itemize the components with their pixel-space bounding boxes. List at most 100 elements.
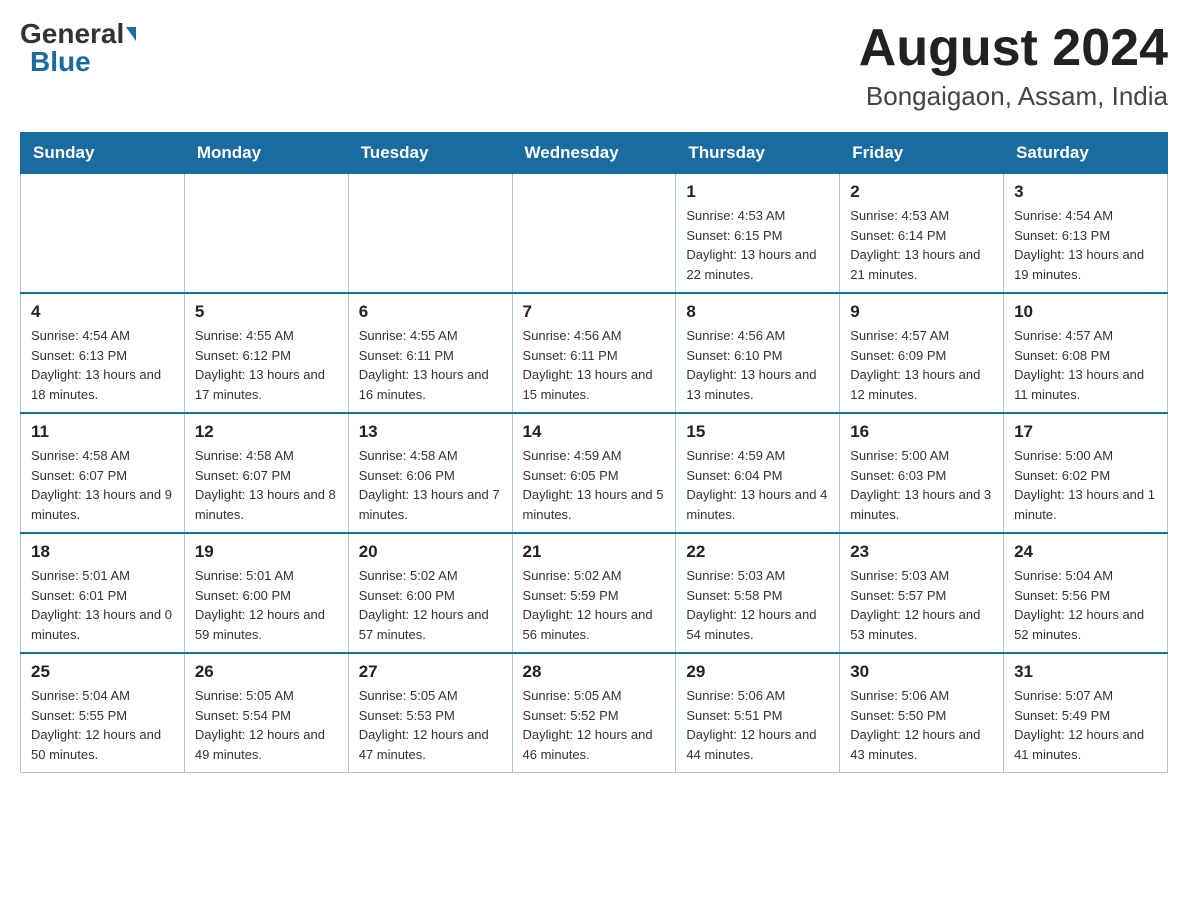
title-block: August 2024 Bongaigaon, Assam, India	[859, 20, 1168, 112]
day-info: Sunrise: 4:59 AM Sunset: 6:05 PM Dayligh…	[523, 446, 666, 524]
calendar-header-tuesday: Tuesday	[348, 133, 512, 174]
calendar-day-cell	[184, 174, 348, 294]
day-number: 5	[195, 302, 338, 322]
day-number: 24	[1014, 542, 1157, 562]
calendar-day-cell: 5 Sunrise: 4:55 AM Sunset: 6:12 PM Daylig…	[184, 293, 348, 413]
calendar-day-cell	[21, 174, 185, 294]
day-info: Sunrise: 5:02 AM Sunset: 5:59 PM Dayligh…	[523, 566, 666, 644]
calendar-header-row: SundayMondayTuesdayWednesdayThursdayFrid…	[21, 133, 1168, 174]
day-number: 31	[1014, 662, 1157, 682]
calendar-week-row: 11 Sunrise: 4:58 AM Sunset: 6:07 PM Dayli…	[21, 413, 1168, 533]
day-info: Sunrise: 5:04 AM Sunset: 5:56 PM Dayligh…	[1014, 566, 1157, 644]
calendar-day-cell: 31 Sunrise: 5:07 AM Sunset: 5:49 PM Dayli…	[1004, 653, 1168, 773]
calendar-week-row: 18Sunrise: 5:01 AM Sunset: 6:01 PM Dayli…	[21, 533, 1168, 653]
calendar-header-saturday: Saturday	[1004, 133, 1168, 174]
day-info: Sunrise: 5:00 AM Sunset: 6:02 PM Dayligh…	[1014, 446, 1157, 524]
day-info: Sunrise: 5:07 AM Sunset: 5:49 PM Dayligh…	[1014, 686, 1157, 764]
calendar-header-sunday: Sunday	[21, 133, 185, 174]
calendar-day-cell: 27 Sunrise: 5:05 AM Sunset: 5:53 PM Dayli…	[348, 653, 512, 773]
day-number: 21	[523, 542, 666, 562]
calendar-day-cell: 14 Sunrise: 4:59 AM Sunset: 6:05 PM Dayli…	[512, 413, 676, 533]
day-info: Sunrise: 5:05 AM Sunset: 5:52 PM Dayligh…	[523, 686, 666, 764]
day-number: 26	[195, 662, 338, 682]
day-number: 13	[359, 422, 502, 442]
day-info: Sunrise: 4:59 AM Sunset: 6:04 PM Dayligh…	[686, 446, 829, 524]
calendar-day-cell: 3 Sunrise: 4:54 AM Sunset: 6:13 PM Daylig…	[1004, 174, 1168, 294]
calendar-day-cell: 1 Sunrise: 4:53 AM Sunset: 6:15 PM Daylig…	[676, 174, 840, 294]
day-number: 9	[850, 302, 993, 322]
calendar-subtitle: Bongaigaon, Assam, India	[859, 81, 1168, 112]
logo-general-text: General	[20, 20, 136, 48]
day-number: 27	[359, 662, 502, 682]
day-info: Sunrise: 4:56 AM Sunset: 6:11 PM Dayligh…	[523, 326, 666, 404]
calendar-day-cell: 24 Sunrise: 5:04 AM Sunset: 5:56 PM Dayli…	[1004, 533, 1168, 653]
day-number: 8	[686, 302, 829, 322]
day-number: 17	[1014, 422, 1157, 442]
calendar-day-cell	[348, 174, 512, 294]
day-number: 15	[686, 422, 829, 442]
day-number: 10	[1014, 302, 1157, 322]
day-number: 19	[195, 542, 338, 562]
day-info: Sunrise: 5:01 AM Sunset: 6:00 PM Dayligh…	[195, 566, 338, 644]
day-number: 3	[1014, 182, 1157, 202]
day-info: Sunrise: 4:55 AM Sunset: 6:11 PM Dayligh…	[359, 326, 502, 404]
day-number: 18	[31, 542, 174, 562]
day-info: Sunrise: 4:58 AM Sunset: 6:06 PM Dayligh…	[359, 446, 502, 524]
day-info: Sunrise: 5:03 AM Sunset: 5:58 PM Dayligh…	[686, 566, 829, 644]
day-number: 20	[359, 542, 502, 562]
calendar-title: August 2024	[859, 20, 1168, 77]
day-info: Sunrise: 4:57 AM Sunset: 6:09 PM Dayligh…	[850, 326, 993, 404]
day-number: 23	[850, 542, 993, 562]
calendar-table: SundayMondayTuesdayWednesdayThursdayFrid…	[20, 132, 1168, 773]
day-number: 25	[31, 662, 174, 682]
day-info: Sunrise: 4:56 AM Sunset: 6:10 PM Dayligh…	[686, 326, 829, 404]
day-number: 30	[850, 662, 993, 682]
calendar-header-monday: Monday	[184, 133, 348, 174]
day-info: Sunrise: 5:04 AM Sunset: 5:55 PM Dayligh…	[31, 686, 174, 764]
day-number: 22	[686, 542, 829, 562]
calendar-day-cell: 25 Sunrise: 5:04 AM Sunset: 5:55 PM Dayli…	[21, 653, 185, 773]
day-info: Sunrise: 4:54 AM Sunset: 6:13 PM Dayligh…	[1014, 206, 1157, 284]
calendar-header-friday: Friday	[840, 133, 1004, 174]
day-info: Sunrise: 4:53 AM Sunset: 6:15 PM Dayligh…	[686, 206, 829, 284]
calendar-day-cell: 6Sunrise: 4:55 AM Sunset: 6:11 PM Daylig…	[348, 293, 512, 413]
calendar-day-cell: 26 Sunrise: 5:05 AM Sunset: 5:54 PM Dayli…	[184, 653, 348, 773]
day-info: Sunrise: 5:03 AM Sunset: 5:57 PM Dayligh…	[850, 566, 993, 644]
calendar-day-cell: 9 Sunrise: 4:57 AM Sunset: 6:09 PM Daylig…	[840, 293, 1004, 413]
calendar-day-cell: 22 Sunrise: 5:03 AM Sunset: 5:58 PM Dayli…	[676, 533, 840, 653]
calendar-day-cell: 21 Sunrise: 5:02 AM Sunset: 5:59 PM Dayli…	[512, 533, 676, 653]
day-number: 7	[523, 302, 666, 322]
day-number: 11	[31, 422, 174, 442]
day-info: Sunrise: 5:06 AM Sunset: 5:51 PM Dayligh…	[686, 686, 829, 764]
day-info: Sunrise: 4:55 AM Sunset: 6:12 PM Dayligh…	[195, 326, 338, 404]
logo-blue-text: Blue	[30, 48, 91, 76]
calendar-day-cell	[512, 174, 676, 294]
calendar-day-cell: 23 Sunrise: 5:03 AM Sunset: 5:57 PM Dayli…	[840, 533, 1004, 653]
calendar-day-cell: 29Sunrise: 5:06 AM Sunset: 5:51 PM Dayli…	[676, 653, 840, 773]
calendar-day-cell: 18Sunrise: 5:01 AM Sunset: 6:01 PM Dayli…	[21, 533, 185, 653]
calendar-day-cell: 17 Sunrise: 5:00 AM Sunset: 6:02 PM Dayli…	[1004, 413, 1168, 533]
day-number: 28	[523, 662, 666, 682]
page-header: General Blue August 2024 Bongaigaon, Ass…	[20, 20, 1168, 112]
day-info: Sunrise: 5:06 AM Sunset: 5:50 PM Dayligh…	[850, 686, 993, 764]
day-info: Sunrise: 5:05 AM Sunset: 5:53 PM Dayligh…	[359, 686, 502, 764]
calendar-day-cell: 15 Sunrise: 4:59 AM Sunset: 6:04 PM Dayli…	[676, 413, 840, 533]
day-number: 14	[523, 422, 666, 442]
day-number: 2	[850, 182, 993, 202]
calendar-day-cell: 20Sunrise: 5:02 AM Sunset: 6:00 PM Dayli…	[348, 533, 512, 653]
calendar-week-row: 1 Sunrise: 4:53 AM Sunset: 6:15 PM Daylig…	[21, 174, 1168, 294]
calendar-day-cell: 7 Sunrise: 4:56 AM Sunset: 6:11 PM Daylig…	[512, 293, 676, 413]
day-info: Sunrise: 5:05 AM Sunset: 5:54 PM Dayligh…	[195, 686, 338, 764]
day-info: Sunrise: 4:58 AM Sunset: 6:07 PM Dayligh…	[195, 446, 338, 524]
day-number: 1	[686, 182, 829, 202]
day-info: Sunrise: 4:54 AM Sunset: 6:13 PM Dayligh…	[31, 326, 174, 404]
calendar-day-cell: 12Sunrise: 4:58 AM Sunset: 6:07 PM Dayli…	[184, 413, 348, 533]
calendar-week-row: 25 Sunrise: 5:04 AM Sunset: 5:55 PM Dayli…	[21, 653, 1168, 773]
day-number: 4	[31, 302, 174, 322]
day-info: Sunrise: 4:57 AM Sunset: 6:08 PM Dayligh…	[1014, 326, 1157, 404]
calendar-header-wednesday: Wednesday	[512, 133, 676, 174]
calendar-day-cell: 11Sunrise: 4:58 AM Sunset: 6:07 PM Dayli…	[21, 413, 185, 533]
day-number: 16	[850, 422, 993, 442]
calendar-day-cell: 30 Sunrise: 5:06 AM Sunset: 5:50 PM Dayli…	[840, 653, 1004, 773]
calendar-day-cell: 2Sunrise: 4:53 AM Sunset: 6:14 PM Daylig…	[840, 174, 1004, 294]
